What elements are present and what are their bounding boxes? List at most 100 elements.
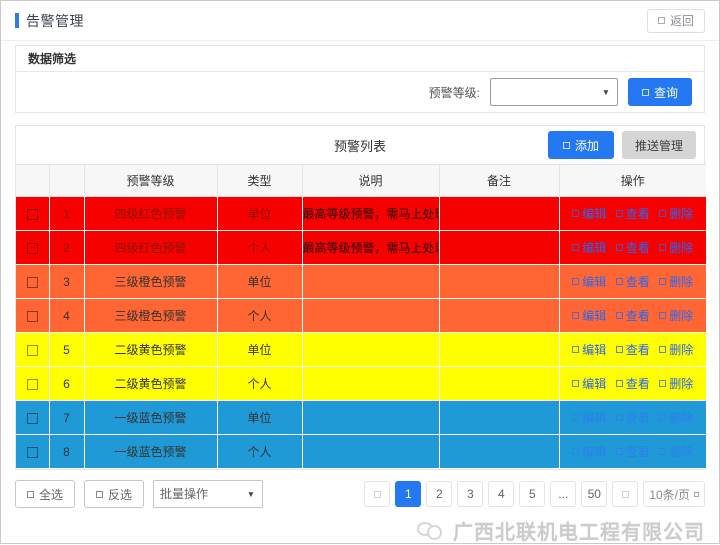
edit-icon (572, 380, 579, 387)
warning-level-select[interactable] (490, 78, 618, 106)
edit-icon (572, 448, 579, 455)
page-button[interactable]: 50 (581, 481, 607, 507)
row-type: 个人 (217, 231, 302, 265)
row-description (302, 367, 439, 401)
view-link[interactable]: 查看 (616, 409, 650, 426)
view-link[interactable]: 查看 (616, 443, 650, 460)
page-size-label: 10条/页 (649, 486, 690, 503)
row-checkbox[interactable] (27, 447, 38, 458)
edit-icon (572, 210, 579, 217)
row-description (302, 299, 439, 333)
page-button[interactable]: 3 (457, 481, 483, 507)
delete-link[interactable]: 删除 (659, 409, 693, 426)
view-link[interactable]: 查看 (616, 205, 650, 222)
table-row: 5 二级黄色预警 单位 编辑 查看 删除 (16, 333, 706, 367)
row-remark (439, 401, 559, 435)
title-wrap: 告警管理 (15, 11, 84, 31)
row-checkbox[interactable] (27, 345, 38, 356)
view-icon (616, 346, 623, 353)
edit-link[interactable]: 编辑 (572, 205, 606, 222)
view-link[interactable]: 查看 (616, 273, 650, 290)
edit-link[interactable]: 编辑 (572, 273, 606, 290)
row-operations: 编辑 查看 删除 (559, 367, 706, 401)
page-footer: 广西北联机电工程有限公司 (15, 516, 705, 545)
row-type: 个人 (217, 435, 302, 469)
edit-link[interactable]: 编辑 (572, 341, 606, 358)
prev-page-button[interactable] (364, 481, 390, 507)
row-warning-level: 二级黄色预警 (84, 333, 217, 367)
row-checkbox[interactable] (27, 311, 38, 322)
row-warning-level: 三级橙色预警 (84, 265, 217, 299)
add-button-label: 添加 (575, 137, 599, 154)
view-link[interactable]: 查看 (616, 307, 650, 324)
page-button[interactable]: 5 (519, 481, 545, 507)
table-row: 7 一级蓝色预警 单位 编辑 查看 删除 (16, 401, 706, 435)
edit-link[interactable]: 编辑 (572, 307, 606, 324)
query-button[interactable]: 查询 (628, 78, 692, 106)
delete-link[interactable]: 删除 (659, 375, 693, 392)
page-button[interactable]: 1 (395, 481, 421, 507)
view-icon (616, 244, 623, 251)
page-button[interactable]: 2 (426, 481, 452, 507)
add-button[interactable]: 添加 (548, 131, 614, 159)
row-checkbox[interactable] (27, 277, 38, 288)
row-operations: 编辑 查看 删除 (559, 333, 706, 367)
row-checkbox-cell (16, 197, 49, 231)
alert-table-body: 1 四级红色预警 单位 最高等级预警，需马上处理 编辑 查看 删除 (16, 197, 706, 469)
view-icon (616, 380, 623, 387)
col-description: 说明 (302, 165, 439, 197)
row-checkbox[interactable] (27, 243, 38, 254)
row-type: 单位 (217, 197, 302, 231)
back-button[interactable]: 返回 (647, 9, 705, 33)
edit-link[interactable]: 编辑 (572, 443, 606, 460)
row-description (302, 333, 439, 367)
row-checkbox-cell (16, 435, 49, 469)
page-ellipsis-button[interactable]: ... (550, 481, 576, 507)
row-type: 单位 (217, 333, 302, 367)
row-checkbox-cell (16, 265, 49, 299)
delete-link[interactable]: 删除 (659, 239, 693, 256)
list-panel-title: 预警列表 (334, 136, 386, 155)
batch-operation-select[interactable]: 批量操作 (153, 480, 263, 508)
delete-link[interactable]: 删除 (659, 273, 693, 290)
row-warning-level: 一级蓝色预警 (84, 435, 217, 469)
row-checkbox[interactable] (27, 413, 38, 424)
alert-table: 预警等级 类型 说明 备注 操作 1 四级红色预警 单位 最高等级预警，需马上处… (16, 164, 706, 469)
delete-link[interactable]: 删除 (659, 341, 693, 358)
row-checkbox[interactable] (27, 209, 38, 220)
view-link[interactable]: 查看 (616, 341, 650, 358)
edit-link[interactable]: 编辑 (572, 375, 606, 392)
delete-icon (659, 380, 666, 387)
delete-link[interactable]: 删除 (659, 443, 693, 460)
row-type: 个人 (217, 299, 302, 333)
page-size-select[interactable]: 10条/页 (643, 481, 705, 507)
row-remark (439, 435, 559, 469)
row-remark (439, 231, 559, 265)
row-number: 3 (49, 265, 84, 299)
view-link[interactable]: 查看 (616, 239, 650, 256)
query-button-label: 查询 (654, 84, 678, 101)
batch-select-wrap: 批量操作 ▼ (153, 480, 263, 508)
push-management-button[interactable]: 推送管理 (622, 131, 696, 159)
delete-link[interactable]: 删除 (659, 307, 693, 324)
select-all-button[interactable]: 全选 (15, 480, 75, 508)
delete-icon (659, 210, 666, 217)
table-row: 3 三级橙色预警 单位 编辑 查看 删除 (16, 265, 706, 299)
invert-selection-button[interactable]: 反选 (84, 480, 144, 508)
delete-icon (659, 448, 666, 455)
row-operations: 编辑 查看 删除 (559, 197, 706, 231)
delete-link[interactable]: 删除 (659, 205, 693, 222)
edit-link[interactable]: 编辑 (572, 239, 606, 256)
row-warning-level: 四级红色预警 (84, 197, 217, 231)
row-remark (439, 367, 559, 401)
row-warning-level: 三级橙色预警 (84, 299, 217, 333)
row-remark (439, 265, 559, 299)
table-row: 2 四级红色预警 个人 最高等级预警，需马上处理 编辑 查看 删除 (16, 231, 706, 265)
bottom-bar: 全选 反选 批量操作 ▼ 12345...50 10条/页 (15, 480, 705, 508)
row-checkbox[interactable] (27, 379, 38, 390)
view-link[interactable]: 查看 (616, 375, 650, 392)
page-button[interactable]: 4 (488, 481, 514, 507)
edit-link[interactable]: 编辑 (572, 409, 606, 426)
table-row: 8 一级蓝色预警 个人 编辑 查看 删除 (16, 435, 706, 469)
next-page-button[interactable] (612, 481, 638, 507)
